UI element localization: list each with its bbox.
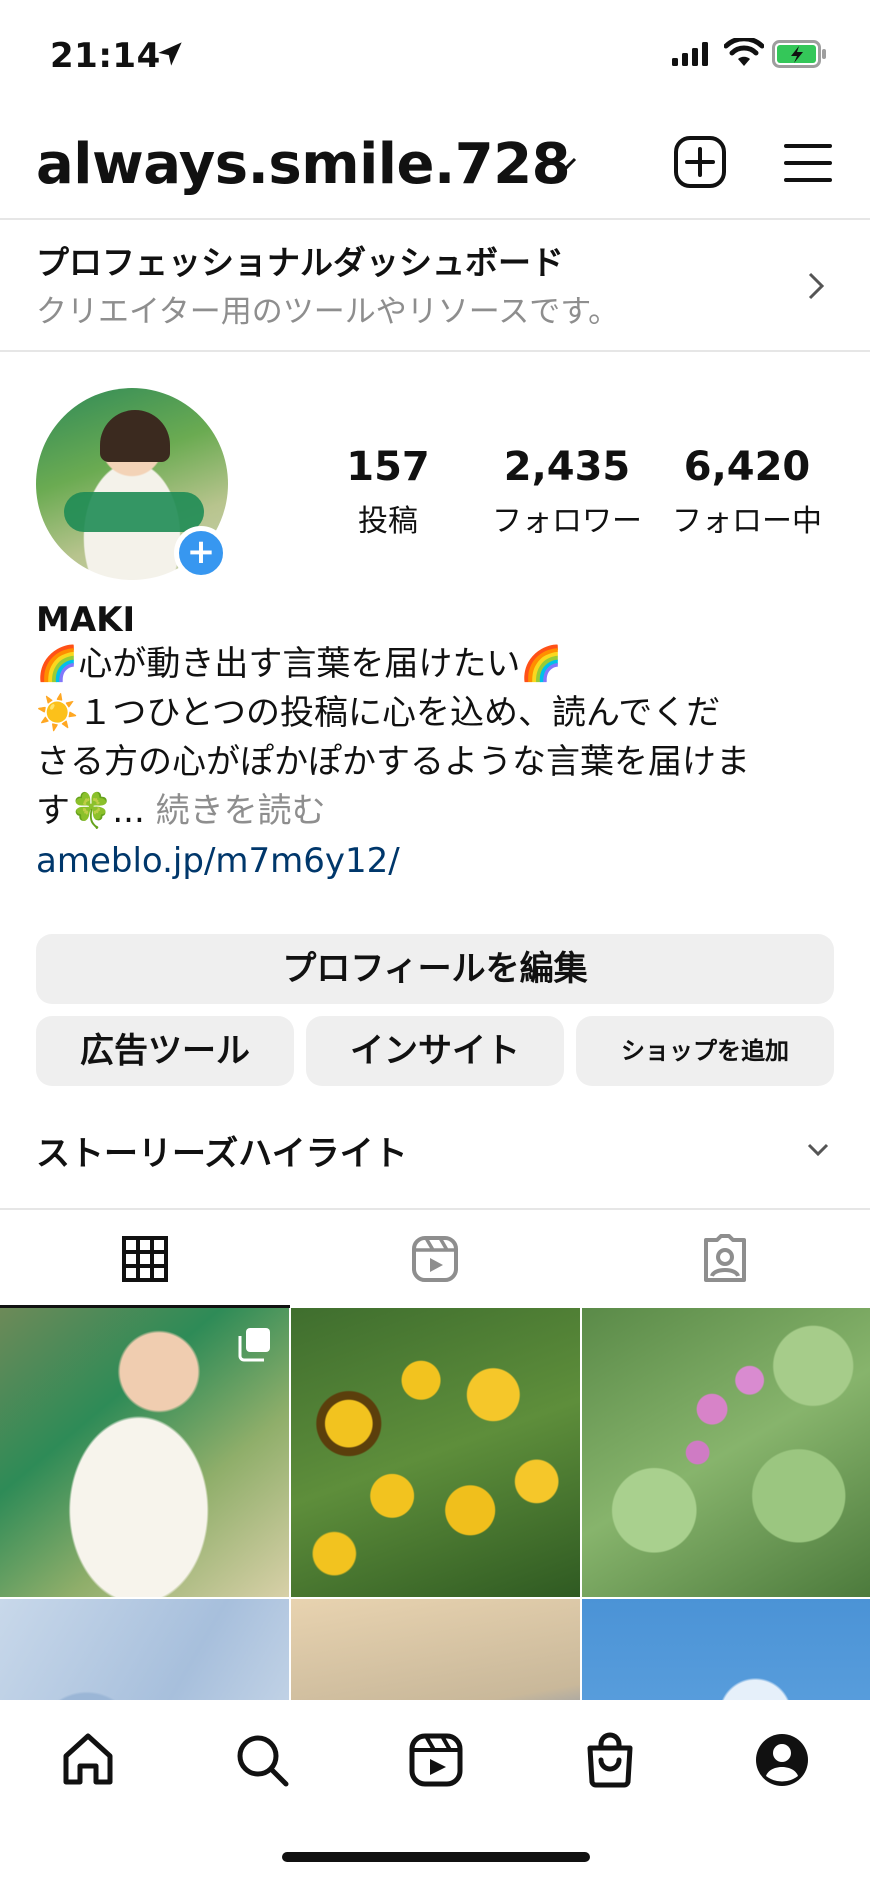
professional-dashboard[interactable]: プロフェッショナルダッシュボード クリエイター用のツールやリソースです。 — [0, 218, 870, 352]
bio: MAKI 🌈心が動き出す言葉を届けたい🌈 ☀️１つひとつの投稿に心を込め、読んで… — [36, 600, 836, 886]
post-thumbnail[interactable] — [582, 1308, 870, 1597]
read-more-link[interactable]: 続きを読む — [156, 791, 326, 831]
wifi-icon — [724, 38, 764, 66]
tagged-icon — [704, 1234, 746, 1282]
signal-icon — [672, 42, 708, 66]
location-arrow-icon — [158, 42, 182, 66]
carousel-icon — [238, 1328, 270, 1362]
posts-grid — [0, 1308, 870, 1700]
insights-button[interactable]: インサイト — [306, 1016, 564, 1086]
search-icon[interactable] — [232, 1730, 292, 1790]
tab-posts-grid[interactable] — [0, 1210, 290, 1308]
bio-line: ☀️１つひとつの投稿に心を込め、読んでくだ — [36, 693, 721, 733]
post-thumbnail[interactable] — [582, 1599, 870, 1700]
tab-tagged[interactable] — [580, 1210, 870, 1308]
ad-tools-button[interactable]: 広告ツール — [36, 1016, 294, 1086]
story-highlights-title[interactable]: ストーリーズハイライト — [36, 1126, 408, 1175]
edit-profile-button[interactable]: プロフィールを編集 — [36, 934, 834, 1004]
posts-stat[interactable]: 157 投稿 — [330, 444, 446, 540]
add-story-icon[interactable]: + — [174, 526, 228, 580]
bio-line: 🌈心が動き出す言葉を届けたい🌈 — [36, 644, 563, 684]
status-time: 21:14 — [50, 36, 161, 76]
bio-line: さる方の心がぽかぽかするような言葉を届けま — [36, 742, 750, 782]
reels-icon[interactable] — [406, 1730, 466, 1790]
avatar-scarf — [64, 492, 204, 532]
add-shop-button[interactable]: ショップを追加 — [576, 1016, 834, 1086]
status-bar: 21:14 — [0, 0, 870, 110]
tab-reels[interactable] — [290, 1210, 580, 1308]
bio-line-last: す🍀... 続きを読む — [36, 787, 836, 836]
profile-icon[interactable] — [752, 1730, 812, 1790]
followers-count: 2,435 — [503, 444, 631, 490]
dashboard-subtitle: クリエイター用のツールやリソースです。 — [36, 294, 620, 330]
chevron-down-icon[interactable] — [806, 1142, 830, 1158]
username-switcher[interactable]: always.smile.728 — [36, 132, 571, 197]
chevron-down-icon[interactable] — [552, 154, 578, 174]
followers-label: フォロワー — [492, 504, 642, 539]
following-label: フォロー中 — [672, 504, 822, 539]
bio-link[interactable]: ameblo.jp/m7m6y12/ — [36, 836, 836, 886]
bottom-nav — [0, 1700, 870, 1883]
home-icon[interactable] — [58, 1730, 118, 1790]
chevron-right-icon — [808, 272, 825, 300]
avatar-hair — [100, 410, 170, 462]
bio-line-text: す🍀... — [36, 791, 145, 831]
following-stat[interactable]: 6,420 フォロー中 — [664, 444, 830, 540]
shop-icon[interactable] — [580, 1730, 640, 1790]
profile-header: always.smile.728 — [0, 110, 870, 220]
reels-icon — [412, 1236, 458, 1282]
post-thumbnail[interactable] — [0, 1599, 289, 1700]
posts-label: 投稿 — [358, 504, 418, 539]
followers-stat[interactable]: 2,435 フォロワー — [486, 444, 648, 540]
posts-count: 157 — [346, 444, 430, 490]
battery-icon — [772, 40, 826, 68]
menu-icon[interactable] — [780, 138, 836, 188]
post-thumbnail[interactable] — [0, 1308, 289, 1597]
dashboard-title: プロフェッショナルダッシュボード — [36, 243, 564, 282]
grid-icon — [122, 1236, 168, 1282]
profile-tabs — [0, 1208, 870, 1308]
post-thumbnail[interactable] — [291, 1308, 580, 1597]
post-thumbnail[interactable] — [291, 1599, 580, 1700]
following-count: 6,420 — [683, 444, 811, 490]
display-name: MAKI — [36, 600, 136, 640]
home-indicator — [282, 1852, 590, 1862]
create-post-icon[interactable] — [672, 134, 728, 190]
